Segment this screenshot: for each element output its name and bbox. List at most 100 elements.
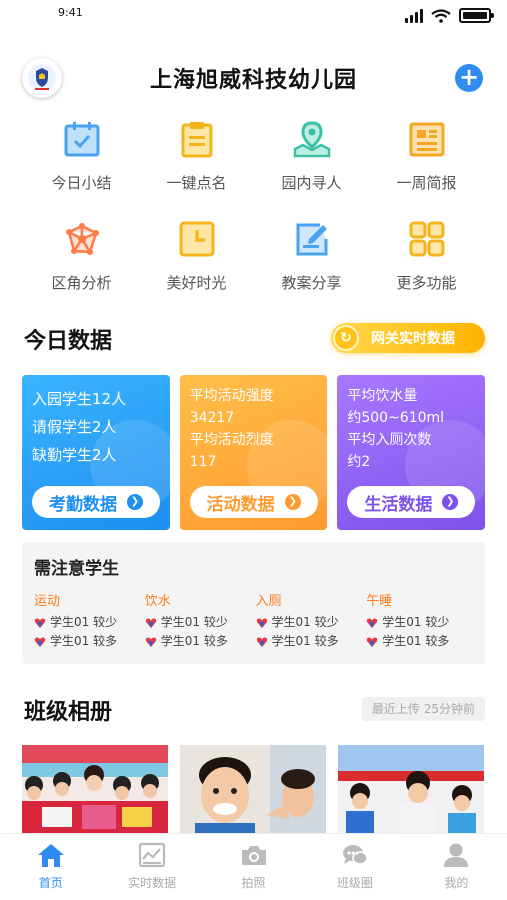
attention-text: 学生01 较少 (271, 615, 339, 629)
tab-label: 拍照 (241, 876, 266, 890)
clipboard-icon (174, 116, 220, 162)
quick-actions-grid: 今日小结 一键点名 园内寻人 一周简报 区角分析 美好时光 教案分享 更多功能 (24, 112, 484, 300)
badge-icon (367, 618, 378, 628)
tab-label: 我的 (444, 876, 469, 890)
attention-text: 学生01 较少 (382, 615, 450, 629)
album-title: 班级相册 (24, 700, 113, 725)
edit-doc-icon (289, 216, 335, 262)
action-label: 今日小结 (51, 174, 112, 192)
badge-icon (256, 618, 267, 628)
attention-column-sport: 运动 学生01 较少 学生01 较多 (34, 590, 145, 651)
user-icon (442, 842, 470, 868)
attention-row[interactable]: 学生01 较少 (145, 613, 256, 632)
attendance-card: 入园学生12人 请假学生2人 缺勤学生2人 考勤数据 ❯ (22, 375, 170, 530)
attention-text: 学生01 较多 (271, 634, 339, 648)
clock-icon (174, 216, 220, 262)
newspaper-icon (404, 116, 450, 162)
action-weekly-report[interactable]: 一周简报 (369, 112, 484, 200)
action-corner-analysis[interactable]: 区角分析 (24, 212, 139, 300)
today-cards: 入园学生12人 请假学生2人 缺勤学生2人 考勤数据 ❯ 平均活动强度 3421… (22, 375, 486, 530)
badge-icon (145, 637, 156, 647)
attention-category: 运动 (34, 594, 61, 609)
action-roll-call[interactable]: 一键点名 (139, 112, 254, 200)
attention-column-water: 饮水 学生01 较少 学生01 较多 (145, 590, 256, 651)
attention-column-toilet: 入厕 学生01 较少 学生01 较多 (256, 590, 367, 651)
badge-icon (34, 637, 46, 647)
status-icons (405, 8, 494, 23)
badge-icon (34, 618, 46, 628)
activity-card: 平均活动强度 34217 平均活动烈度 117 活动数据 ❯ (179, 375, 328, 530)
tab-class-circle[interactable]: 班级圈 (304, 834, 405, 900)
action-find-person[interactable]: 园内寻人 (254, 112, 369, 200)
tab-realtime-data[interactable]: 实时数据 (101, 834, 202, 900)
button-label: 考勤数据 (49, 494, 117, 515)
action-label: 园内寻人 (281, 174, 342, 192)
card-line: 入园学生12人 (32, 390, 127, 408)
activity-data-button[interactable]: 活动数据 ❯ (189, 486, 318, 518)
album-photo[interactable] (338, 745, 484, 833)
grid-icon (404, 216, 450, 262)
arrow-right-icon: ❯ (442, 494, 459, 510)
action-more[interactable]: 更多功能 (369, 212, 484, 300)
tab-label: 首页 (38, 876, 63, 890)
button-label: 生活数据 (364, 494, 433, 515)
life-card: 平均饮水量 约500~610ml 平均入厕次数 约2 生活数据 ❯ (337, 375, 486, 530)
camera-icon (240, 842, 268, 868)
map-pin-icon (289, 116, 335, 162)
home-icon (37, 842, 65, 868)
today-data-title: 今日数据 (24, 329, 113, 354)
attention-row[interactable]: 学生01 较多 (256, 632, 367, 651)
recent-upload-badge: 最近上传 25分钟前 (361, 697, 485, 721)
attention-text: 学生01 较多 (50, 634, 118, 648)
attention-category: 午睡 (366, 594, 393, 609)
card-line: 平均活动强度 (189, 388, 274, 404)
attention-text: 学生01 较多 (382, 634, 450, 648)
tab-label: 实时数据 (128, 876, 177, 890)
add-button[interactable]: + (455, 64, 483, 92)
attention-text: 学生01 较多 (160, 634, 228, 648)
wifi-icon (431, 8, 451, 23)
attention-column-nap: 午睡 学生01 较少 学生01 较多 (366, 590, 477, 651)
attention-title: 需注意学生 (34, 559, 119, 579)
attention-text: 学生01 较少 (160, 615, 228, 629)
tab-label: 班级圈 (336, 876, 373, 890)
signal-icon (405, 8, 423, 23)
attention-row[interactable]: 学生01 较少 (366, 613, 477, 632)
attendance-data-button[interactable]: 考勤数据 ❯ (32, 486, 160, 518)
tab-mine[interactable]: 我的 (406, 834, 507, 900)
action-label: 一周简报 (396, 174, 457, 192)
attention-row[interactable]: 学生01 较少 (256, 613, 367, 632)
bottom-tab-bar: 首页 实时数据 拍照 班级圈 我的 (0, 833, 507, 900)
action-label: 区角分析 (51, 274, 112, 292)
attention-row[interactable]: 学生01 较多 (34, 632, 145, 651)
gateway-live-data-button[interactable]: ↻ 网关实时数据 (331, 323, 485, 353)
album-photo[interactable] (22, 745, 168, 833)
badge-icon (145, 618, 156, 628)
action-daily-summary[interactable]: 今日小结 (24, 112, 139, 200)
life-data-button[interactable]: 生活数据 ❯ (347, 486, 476, 518)
tab-home[interactable]: 首页 (0, 834, 101, 900)
card-line: 平均饮水量 (347, 388, 418, 404)
attention-students-panel[interactable]: 需注意学生 运动 学生01 较少 学生01 较多 饮水 学生01 较少 学生01… (22, 542, 485, 664)
live-button-label: 网关实时数据 (371, 331, 455, 347)
action-lesson-share[interactable]: 教案分享 (254, 212, 369, 300)
calendar-check-icon (59, 116, 105, 162)
action-label: 美好时光 (166, 274, 227, 292)
tab-camera[interactable]: 拍照 (203, 834, 304, 900)
album-photo[interactable] (180, 745, 326, 833)
attention-columns: 运动 学生01 较少 学生01 较多 饮水 学生01 较少 学生01 较多 入厕… (34, 590, 477, 651)
album-photos (22, 745, 485, 833)
status-bar: 9:41 (0, 0, 507, 30)
action-label: 一键点名 (166, 174, 227, 192)
attention-category: 入厕 (255, 594, 282, 609)
refresh-icon: ↻ (333, 325, 359, 351)
attention-row[interactable]: 学生01 较多 (145, 632, 256, 651)
arrow-right-icon: ❯ (127, 494, 143, 510)
action-label: 更多功能 (396, 274, 457, 292)
network-icon (59, 216, 105, 262)
attention-row[interactable]: 学生01 较多 (366, 632, 477, 651)
attention-row[interactable]: 学生01 较少 (34, 613, 145, 632)
action-good-times[interactable]: 美好时光 (139, 212, 254, 300)
status-time: 9:41 (58, 6, 83, 19)
attention-text: 学生01 较少 (50, 615, 118, 629)
